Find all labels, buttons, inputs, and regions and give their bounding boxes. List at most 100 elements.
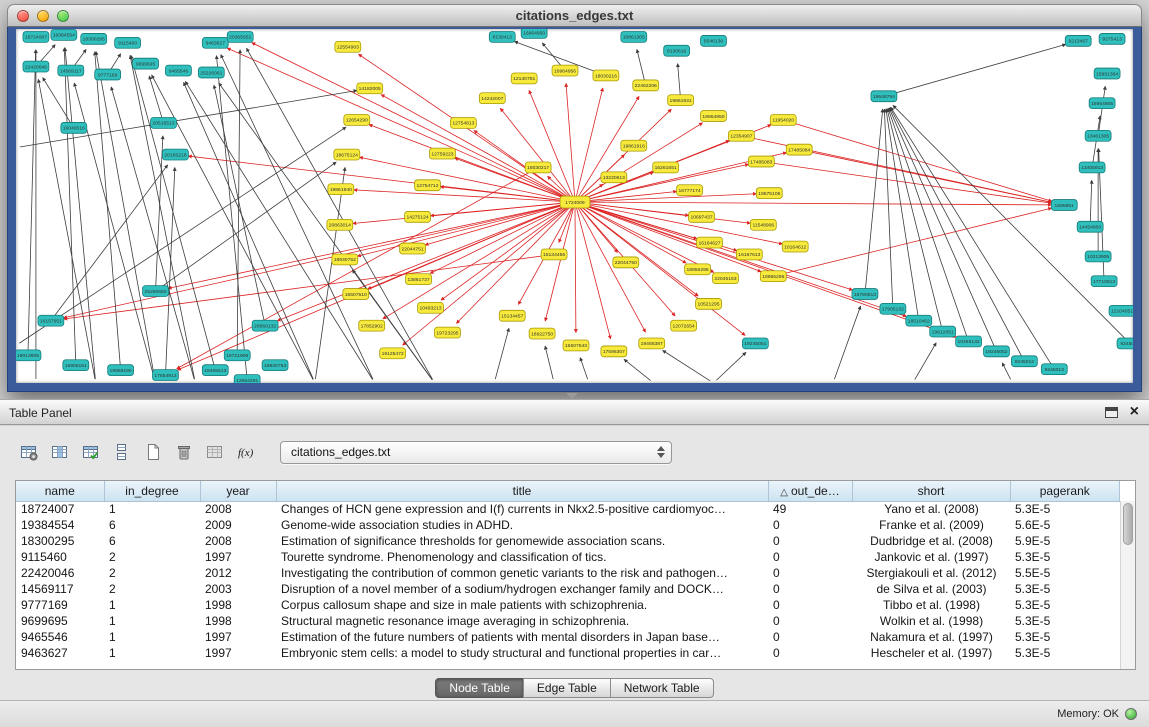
column-header-title[interactable]: title [276, 481, 768, 501]
graph-node[interactable]: 12759223 [430, 148, 456, 159]
table-cell[interactable]: 1998 [200, 613, 276, 629]
graph-node[interactable]: 13220613 [601, 172, 627, 183]
table-cell[interactable]: 1997 [200, 629, 276, 645]
graph-node[interactable]: 18956295 [685, 264, 711, 275]
table-cell[interactable]: Embryonic stem cells: a model to study s… [276, 645, 768, 661]
table-cell[interactable]: 0 [768, 565, 852, 581]
close-button[interactable] [17, 10, 29, 22]
table-cell[interactable]: 18300295 [16, 533, 104, 549]
graph-node[interactable]: 9463627 [202, 37, 228, 48]
table-row[interactable]: 1830029562008Estimation of significance … [16, 533, 1120, 549]
graph-node[interactable]: 17905132 [880, 303, 906, 314]
table-row[interactable]: 946554611997Estimation of the future num… [16, 629, 1120, 645]
column-header-pagerank[interactable]: pagerank [1010, 481, 1120, 501]
graph-node[interactable]: 17485083 [748, 156, 774, 167]
column-header-name[interactable]: name [16, 481, 104, 501]
table-cell[interactable]: Corpus callosum shape and size in male p… [276, 597, 768, 613]
graph-node[interactable]: 18930752 [332, 254, 358, 265]
graph-node[interactable]: 12354907 [728, 130, 754, 141]
graph-node[interactable]: 17485084 [786, 144, 812, 155]
table-cell[interactable]: 6 [104, 517, 200, 533]
tab-node-table[interactable]: Node Table [435, 678, 524, 698]
graph-node[interactable]: 20165218 [162, 149, 188, 160]
network-window-titlebar[interactable]: citations_edges.txt [7, 4, 1142, 27]
graph-node[interactable]: 9245014 [1117, 338, 1133, 349]
graph-node[interactable]: 18964950 [701, 111, 727, 122]
graph-node[interactable]: 10493213 [418, 302, 444, 313]
graph-node[interactable]: 12754813 [450, 118, 476, 129]
close-panel-icon[interactable]: × [1130, 405, 1139, 419]
table-cell[interactable]: 0 [768, 629, 852, 645]
graph-node[interactable]: 17654913 [153, 370, 179, 381]
graph-node[interactable]: 1595851 [1051, 200, 1077, 211]
table-cell[interactable]: Stergiakouli et al. (2012) [852, 565, 1010, 581]
table-cell[interactable]: Wolkin et al. (1998) [852, 613, 1010, 629]
table-cell[interactable]: Estimation of the future numbers of pati… [276, 629, 768, 645]
tab-network-table[interactable]: Network Table [610, 678, 714, 698]
graph-node[interactable]: 18956296 [760, 271, 786, 282]
graph-node[interactable]: 14569117 [58, 65, 84, 76]
table-cell[interactable]: Changes of HCN gene expression and I(f) … [276, 501, 768, 517]
graph-node[interactable]: 20365651 [227, 31, 253, 42]
graph-node[interactable]: 16790513 [852, 289, 878, 300]
table-cell[interactable]: 0 [768, 581, 852, 597]
graph-node[interactable]: 16167613 [736, 249, 762, 260]
graph-node[interactable]: 9699695 [133, 58, 159, 69]
graph-node[interactable]: 12104051 [1109, 305, 1133, 316]
toolbar-icon-new-table[interactable] [140, 440, 166, 464]
graph-node[interactable]: 15905151 [63, 360, 89, 371]
graph-node[interactable]: 9465546 [165, 65, 191, 76]
graph-node[interactable]: 16964956 [552, 65, 578, 76]
table-cell[interactable]: 5.9E-5 [1010, 533, 1120, 549]
table-cell[interactable]: Franke et al. (2009) [852, 517, 1010, 533]
graph-node[interactable]: 22046163 [713, 273, 739, 284]
graph-node[interactable]: 9245013 [1041, 364, 1067, 375]
graph-node[interactable]: 16507510 [343, 289, 369, 300]
table-cell[interactable]: 9115460 [16, 549, 104, 565]
table-row[interactable]: 1938455462009Genome-wide association stu… [16, 517, 1120, 533]
table-cell[interactable]: 9465546 [16, 629, 104, 645]
toolbar-icon-edit-values[interactable] [78, 440, 104, 464]
table-cell[interactable]: 2012 [200, 565, 276, 581]
graph-node[interactable]: 22420046 [23, 61, 49, 72]
graph-node[interactable]: 9115460 [115, 37, 141, 48]
graph-node[interactable]: 20516513 [151, 118, 177, 129]
graph-node[interactable]: 19384554 [51, 29, 77, 40]
graph-node[interactable]: 19245052 [984, 346, 1010, 357]
toolbar-icon-function-builder[interactable]: f(x) [233, 440, 259, 464]
table-cell[interactable]: 5.3E-5 [1010, 645, 1120, 661]
graph-node[interactable]: 16507543 [563, 340, 589, 351]
graph-node[interactable]: 12072654 [671, 320, 697, 331]
table-cell[interactable]: 1 [104, 629, 200, 645]
toolbar-icon-delete-table[interactable] [171, 440, 197, 464]
graph-node[interactable]: 18300295 [81, 33, 107, 44]
table-cell[interactable]: 2 [104, 549, 200, 565]
graph-node[interactable]: 11548906 [750, 219, 776, 230]
table-cell[interactable]: Jankovic et al. (1997) [852, 549, 1010, 565]
table-scrollbar-thumb[interactable] [1123, 503, 1133, 545]
graph-node[interactable]: 13405913 [1079, 162, 1105, 173]
graph-node[interactable]: 18724007 [23, 31, 49, 42]
table-cell[interactable]: 6 [104, 533, 200, 549]
graph-node[interactable]: 15951364 [1094, 68, 1120, 79]
table-cell[interactable]: 0 [768, 597, 852, 613]
table-cell[interactable]: 5.5E-5 [1010, 565, 1120, 581]
table-cell[interactable]: 22420046 [16, 565, 104, 581]
table-cell[interactable]: 0 [768, 549, 852, 565]
graph-node[interactable]: 16777174 [677, 185, 703, 196]
graph-node[interactable]: 16164627 [697, 237, 723, 248]
table-cell[interactable]: 9777169 [16, 597, 104, 613]
toolbar-icon-select-columns[interactable] [47, 440, 73, 464]
table-cell[interactable]: 2008 [200, 501, 276, 517]
table-row[interactable]: 1456911722003Disruption of a novel membe… [16, 581, 1120, 597]
graph-node[interactable]: 15134456 [541, 249, 567, 260]
table-cell[interactable]: 9463627 [16, 645, 104, 661]
graph-node[interactable]: 18930753 [262, 360, 288, 371]
graph-node[interactable]: 19648794 [871, 91, 897, 102]
graph-node[interactable]: 16157951 [38, 315, 64, 326]
graph-node[interactable]: 16964950 [521, 29, 547, 38]
graph-node[interactable]: 22044750 [613, 257, 639, 268]
graph-node[interactable]: 12754712 [415, 180, 441, 191]
column-header-short[interactable]: short [852, 481, 1010, 501]
table-cell[interactable]: 1 [104, 613, 200, 629]
